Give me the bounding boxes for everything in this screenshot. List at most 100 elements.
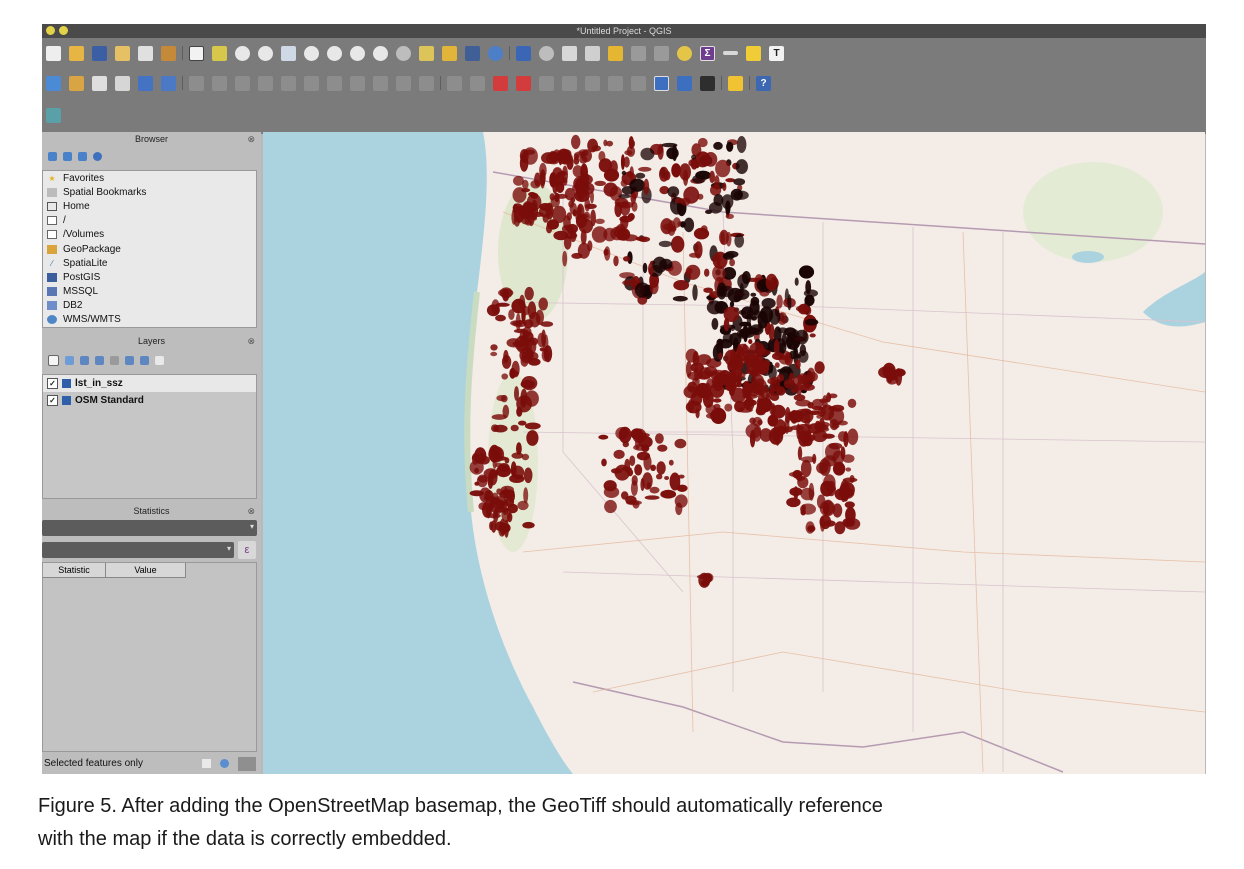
show-hide-labels-icon[interactable] xyxy=(493,75,508,91)
toggle-editing-icon[interactable] xyxy=(189,75,204,91)
browser-item-wms[interactable]: WMS/WMTS xyxy=(43,313,256,327)
layer-select-combo[interactable]: ▾ xyxy=(42,520,257,536)
layer-visibility-checkbox[interactable]: ✓ xyxy=(47,395,58,406)
add-raster-layer-icon[interactable] xyxy=(69,75,84,91)
plugin-toolbar-icon[interactable] xyxy=(46,107,61,123)
digitize-icon[interactable] xyxy=(115,75,130,91)
add-point-icon[interactable] xyxy=(138,75,153,91)
map-tips-icon[interactable] xyxy=(746,45,761,61)
label-options-icon[interactable] xyxy=(608,75,623,91)
browser-item-root[interactable]: / xyxy=(43,214,256,228)
attribute-table-icon[interactable] xyxy=(585,45,600,61)
pan-to-selection-icon[interactable] xyxy=(212,45,227,61)
field-calculator-icon[interactable] xyxy=(608,45,623,61)
browser-item-postgis[interactable]: PostGIS xyxy=(43,270,256,284)
georeferencer-icon[interactable] xyxy=(654,75,669,91)
browser-item-geopackage[interactable]: GeoPackage xyxy=(43,242,256,256)
diagram-icon[interactable] xyxy=(585,75,600,91)
copy-icon[interactable] xyxy=(202,759,211,768)
manage-map-themes-icon[interactable] xyxy=(80,355,89,365)
browser-item-db2[interactable]: DB2 xyxy=(43,299,256,313)
new-file-icon[interactable] xyxy=(46,45,61,61)
filter-icon[interactable] xyxy=(63,151,72,161)
paste-features-icon[interactable] xyxy=(373,75,388,91)
add-delimited-text-icon[interactable] xyxy=(92,75,107,91)
close-icon[interactable]: ⊗ xyxy=(247,334,255,348)
toolbox-icon[interactable] xyxy=(631,45,646,61)
add-group-icon[interactable] xyxy=(65,355,74,365)
measure-icon[interactable] xyxy=(723,51,738,55)
pan-icon[interactable] xyxy=(189,45,204,61)
add-feature-icon[interactable] xyxy=(235,75,250,91)
browser-item-volumes[interactable]: /Volumes xyxy=(43,228,256,242)
save-icon[interactable] xyxy=(92,45,107,61)
layer-item-osm-standard[interactable]: ✓ OSM Standard xyxy=(43,392,256,409)
close-icon[interactable]: ⊗ xyxy=(247,504,255,518)
collapse-all-icon[interactable] xyxy=(78,151,87,161)
undo-icon[interactable] xyxy=(396,75,411,91)
browser-item-mssql[interactable]: MSSQL xyxy=(43,285,256,299)
browser-item-favorites[interactable]: ★ Favorites xyxy=(43,171,256,185)
current-edits-icon[interactable] xyxy=(161,75,176,91)
panel-menu-button[interactable] xyxy=(238,757,256,771)
identify-icon[interactable] xyxy=(516,45,531,61)
new-3d-view-icon[interactable] xyxy=(442,45,457,61)
spatial-bookmark-icon[interactable] xyxy=(465,45,480,61)
remove-layer-icon[interactable] xyxy=(155,355,164,365)
rotate-label-icon[interactable] xyxy=(539,75,554,91)
print-layout-icon[interactable] xyxy=(138,45,153,61)
refresh-icon[interactable] xyxy=(488,45,503,61)
layer-styling-icon[interactable] xyxy=(48,354,59,366)
open-folder-icon[interactable] xyxy=(69,45,84,61)
change-label-icon[interactable] xyxy=(562,75,577,91)
identify-raster-icon[interactable] xyxy=(677,75,692,91)
close-icon[interactable]: ⊗ xyxy=(247,132,255,146)
new-map-view-icon[interactable] xyxy=(419,45,434,61)
browser-item-spatial-bookmarks[interactable]: Spatial Bookmarks xyxy=(43,185,256,199)
node-tool-icon[interactable] xyxy=(281,75,296,91)
zoom-layer-icon[interactable] xyxy=(327,45,342,61)
label-style-icon[interactable] xyxy=(631,75,646,91)
redo-icon[interactable] xyxy=(419,75,434,91)
add-vector-layer-icon[interactable] xyxy=(46,75,61,91)
move-feature-icon[interactable] xyxy=(258,75,273,91)
copy-features-icon[interactable] xyxy=(350,75,365,91)
layout-manager-icon[interactable] xyxy=(161,45,176,61)
zoom-full-icon[interactable] xyxy=(281,45,296,61)
save-as-icon[interactable] xyxy=(115,45,130,61)
select-features-icon[interactable] xyxy=(539,45,554,61)
filter-by-expression-icon[interactable] xyxy=(110,355,119,365)
zoom-native-icon[interactable] xyxy=(350,45,365,61)
delete-selected-icon[interactable] xyxy=(304,75,319,91)
browser-item-home[interactable]: Home xyxy=(43,199,256,213)
label-tool-icon[interactable] xyxy=(447,75,462,91)
browser-item-spatialite[interactable]: ⁄ SpatiaLite xyxy=(43,256,256,270)
text-annotation-icon[interactable]: T xyxy=(769,45,784,61)
refresh-icon[interactable] xyxy=(48,151,57,161)
deselect-icon[interactable] xyxy=(562,45,577,61)
column-header-statistic[interactable]: Statistic xyxy=(43,563,106,578)
cut-features-icon[interactable] xyxy=(327,75,342,91)
layer-item-lst-in-ssz[interactable]: ✓ lst_in_ssz xyxy=(43,375,256,392)
pin-labels-icon[interactable] xyxy=(470,75,485,91)
refresh-icon[interactable] xyxy=(220,759,229,768)
expand-all-icon[interactable] xyxy=(125,355,134,365)
layer-visibility-checkbox[interactable]: ✓ xyxy=(47,378,58,389)
zoom-next-icon[interactable] xyxy=(396,45,411,61)
settings-sun-icon[interactable] xyxy=(677,45,692,61)
column-header-value[interactable]: Value xyxy=(106,563,186,578)
zoom-in-icon[interactable] xyxy=(235,45,250,61)
info-icon[interactable] xyxy=(93,151,102,161)
map-canvas[interactable] xyxy=(263,132,1205,774)
filter-legend-icon[interactable] xyxy=(95,355,104,365)
statistics-sum-icon[interactable]: Σ xyxy=(700,45,715,61)
processing-icon[interactable] xyxy=(654,45,669,61)
help-icon[interactable]: ? xyxy=(756,75,771,91)
collapse-all-icon[interactable] xyxy=(140,355,149,365)
field-select-combo[interactable]: ▾ xyxy=(42,542,234,558)
zoom-out-icon[interactable] xyxy=(258,45,273,61)
zoom-last-icon[interactable] xyxy=(373,45,388,61)
move-label-icon[interactable] xyxy=(516,75,531,91)
python-console-icon[interactable] xyxy=(728,75,743,91)
plugin-icon[interactable] xyxy=(700,75,715,91)
